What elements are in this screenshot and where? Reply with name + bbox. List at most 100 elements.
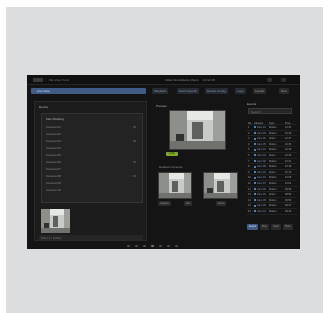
tree-item[interactable]: Camera 05	[46, 153, 61, 157]
related-camera-view[interactable]	[158, 172, 192, 199]
camera-status-icon	[254, 165, 256, 168]
table-cell: Motion	[269, 176, 277, 180]
page-dot[interactable]	[151, 245, 154, 247]
related-camera-view[interactable]	[203, 172, 238, 199]
tree-item[interactable]: Camera 02	[46, 132, 61, 136]
camera-status-icon	[254, 182, 256, 185]
page-dot[interactable]	[135, 245, 138, 247]
path-text: Floor 1 / Lobby	[41, 236, 62, 240]
cell-text: Cam 02	[257, 159, 266, 163]
tab-live-view[interactable]: Live View	[31, 88, 146, 94]
table-cell: Cam 02	[254, 137, 268, 140]
tree-item[interactable]: Camera 10	[46, 188, 61, 192]
camera-status-icon	[254, 137, 256, 140]
cell-text: Cam 04	[257, 193, 266, 197]
capture-button[interactable]: Capture	[158, 201, 171, 206]
table-cell: Cam 07	[254, 182, 268, 185]
tab-logs[interactable]: Logs	[235, 88, 246, 94]
device-tree[interactable]: Main Building Camera 01 Camera 02 Camera…	[41, 113, 143, 203]
camera-status-icon	[254, 176, 256, 179]
table-cell: Motion	[269, 204, 277, 208]
table-cell: 15	[248, 204, 251, 208]
clear-button[interactable]: Clear	[271, 224, 281, 230]
main-camera-view[interactable]	[169, 110, 226, 150]
cell-text: Cam 02	[257, 187, 266, 191]
table-cell: 8	[248, 165, 250, 169]
table-row[interactable]: 16 Cam 01 Motion 09:43	[247, 209, 297, 215]
tree-item[interactable]: Camera 03	[46, 139, 61, 143]
table-cell: 10:05	[285, 176, 292, 180]
camera-status-icon	[254, 204, 256, 207]
tab-event-search[interactable]: Event Search	[177, 88, 200, 94]
page-dot[interactable]	[175, 245, 178, 247]
page-dot[interactable]	[127, 245, 130, 247]
tree-item[interactable]: Camera 09	[46, 181, 61, 185]
tree-item[interactable]: Camera 04	[46, 146, 61, 150]
signal-icon	[133, 140, 136, 142]
table-cell: 10:18	[285, 165, 292, 169]
tab-device-config[interactable]: Device Config	[205, 88, 228, 94]
table-cell: 10:30	[285, 148, 292, 152]
camera-status-icon	[254, 199, 256, 202]
path-field: Floor 1 / Lobby	[39, 235, 143, 240]
record-button[interactable]: Rec	[184, 201, 193, 206]
tab-live-view-label: Live View	[37, 89, 50, 93]
table-cell: Alarm	[269, 137, 276, 141]
table-cell: Motion	[269, 159, 277, 163]
menu-bar[interactable]: File View Tools	[49, 78, 69, 82]
table-cell: Motion	[269, 126, 277, 129]
events-panel: Events Search No. Camera Type Time 1 Cam …	[245, 101, 298, 241]
table-cell: Cam 04	[254, 154, 268, 157]
camera-status-icon	[254, 159, 256, 162]
table-cell: Cam 06	[254, 165, 268, 168]
export-button[interactable]: Export	[247, 224, 259, 230]
table-cell: Alarm	[269, 170, 276, 174]
tree-item[interactable]: Camera 07	[46, 167, 61, 171]
table-cell: 2	[248, 131, 250, 135]
table-cell: 10:12	[285, 170, 292, 174]
minimize-icon[interactable]	[267, 78, 272, 82]
table-cell: Cam 04	[254, 193, 268, 196]
cell-text: Cam 03	[257, 170, 266, 174]
tree-group[interactable]: Main Building	[46, 117, 64, 121]
app-window: File View Tools Video Surveillance Clien…	[27, 75, 300, 249]
search-input[interactable]: Search	[248, 108, 292, 114]
cell-text: Cam 04	[257, 153, 266, 157]
table-cell: 10:21	[285, 159, 292, 163]
table-cell: 09:54	[285, 193, 292, 197]
tour-button[interactable]: Tour	[279, 88, 289, 94]
page-dot[interactable]	[159, 245, 162, 247]
zoom-button[interactable]: Zoom	[216, 201, 227, 206]
page-indicator	[27, 241, 300, 249]
cell-text: Cam 02	[257, 137, 266, 141]
table-cell: Motion	[269, 181, 277, 185]
tree-item[interactable]: Camera 06	[46, 160, 61, 164]
camera-status-icon	[254, 148, 256, 151]
camera-status-icon	[254, 154, 256, 157]
tab-playback[interactable]: Playback	[152, 88, 169, 94]
table-cell: 7	[248, 159, 250, 163]
close-icon[interactable]	[281, 78, 286, 82]
camera-status-icon	[254, 131, 256, 134]
cell-text: Cam 01	[257, 126, 266, 129]
table-cell: Cam 02	[254, 160, 268, 163]
more-button[interactable]: More	[283, 224, 293, 230]
preview-title: Preview	[156, 104, 167, 108]
camera-thumbnail[interactable]	[41, 209, 70, 233]
play-button[interactable]: Play	[260, 224, 269, 230]
table-cell: Cam 03	[254, 132, 268, 135]
table-cell: 10	[248, 176, 251, 180]
table-cell: Cam 01	[254, 126, 268, 129]
table-cell: 09:50	[285, 198, 292, 202]
table-cell: Alarm	[269, 193, 276, 197]
table-cell: Cam 01	[254, 210, 268, 213]
signal-icon	[133, 175, 136, 177]
table-cell: 10:41	[285, 126, 292, 129]
tree-item[interactable]: Camera 01	[46, 125, 61, 129]
layout-button[interactable]: Layout	[253, 88, 267, 94]
page-dot[interactable]	[143, 245, 146, 247]
page-dot[interactable]	[167, 245, 170, 247]
cell-text: Cam 01	[257, 209, 266, 213]
tree-item[interactable]: Camera 08	[46, 174, 61, 178]
nav-row: Live View Playback Event Search Device C…	[27, 87, 300, 95]
